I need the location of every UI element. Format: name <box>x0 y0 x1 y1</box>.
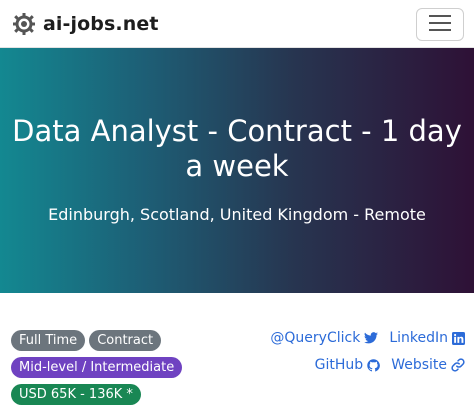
gear-network-icon <box>12 12 36 36</box>
badge-salary: USD 65K - 136K * <box>11 384 141 405</box>
link-icon <box>451 358 465 372</box>
brand-link[interactable]: ai-jobs.net <box>12 10 159 38</box>
github-link[interactable]: GitHub <box>315 355 381 375</box>
navbar: ai-jobs.net <box>0 0 474 48</box>
job-hero-banner: Data Analyst - Contract - 1 day a week E… <box>0 48 474 293</box>
job-location: Edinburgh, Scotland, United Kingdom - Re… <box>48 205 426 224</box>
linkedin-link[interactable]: LinkedIn <box>389 328 465 348</box>
badge-level[interactable]: Mid-level / Intermediate <box>11 357 183 378</box>
linkedin-label: LinkedIn <box>389 330 448 346</box>
menu-toggle-button[interactable] <box>416 8 464 41</box>
github-icon <box>367 358 381 371</box>
badge-contract[interactable]: Contract <box>89 330 162 351</box>
linkedin-icon <box>452 331 465 345</box>
website-link[interactable]: Website <box>391 355 465 375</box>
badge-full-time[interactable]: Full Time <box>11 330 86 351</box>
hamburger-menu-icon <box>429 14 451 35</box>
twitter-link[interactable]: @QueryClick <box>270 328 379 348</box>
twitter-handle: @QueryClick <box>270 330 361 346</box>
job-title: Data Analyst - Contract - 1 day a week <box>12 114 462 183</box>
twitter-icon <box>364 332 379 344</box>
job-badges: Full Time Contract Mid-level / Intermedi… <box>11 330 241 411</box>
company-links: @QueryClick LinkedIn GitHub Website <box>240 328 465 382</box>
website-label: Website <box>391 357 447 373</box>
brand-name: ai-jobs.net <box>43 13 159 35</box>
github-label: GitHub <box>314 357 364 373</box>
